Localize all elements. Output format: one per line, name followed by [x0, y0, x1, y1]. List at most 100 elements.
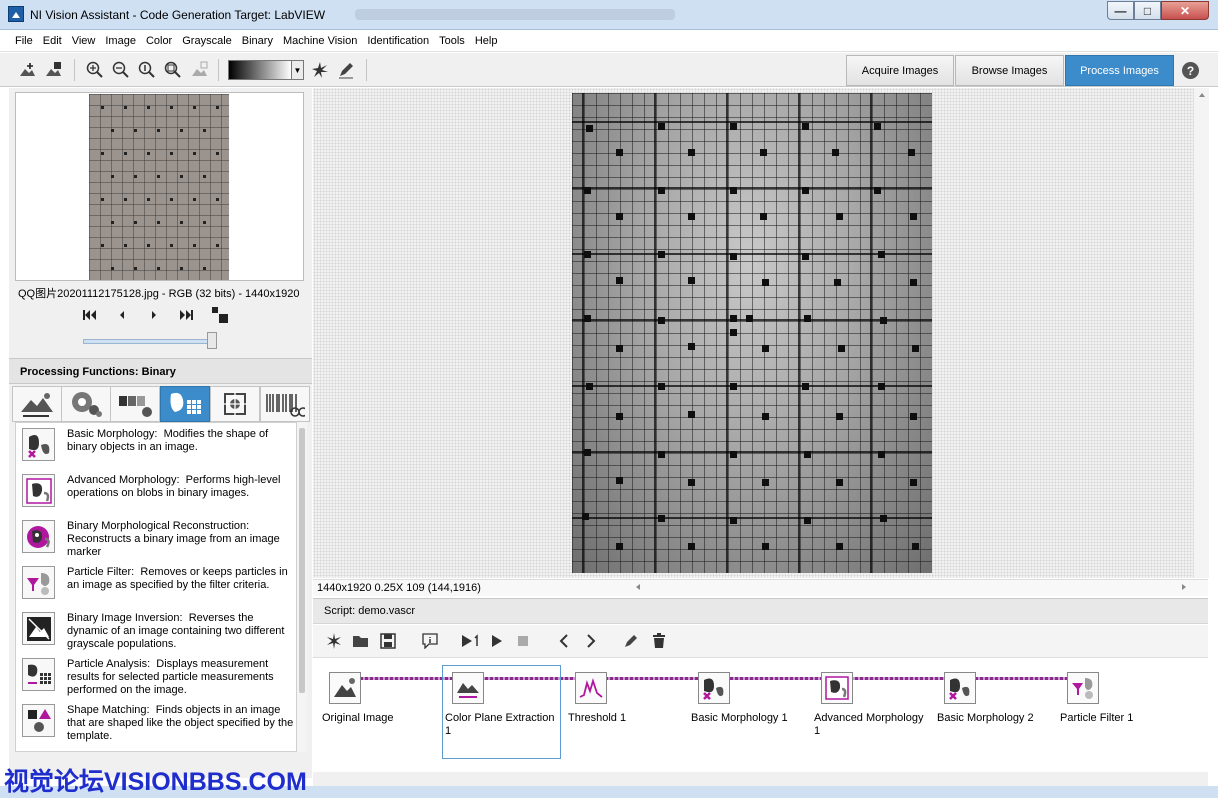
basic-morphology-icon	[944, 672, 976, 704]
last-image-icon[interactable]	[179, 309, 193, 324]
basic-morphology-icon	[22, 428, 55, 461]
tab-acquire-images[interactable]: Acquire Images	[846, 55, 954, 86]
menu-identification[interactable]: Identification	[362, 35, 434, 47]
menu-machine-vision[interactable]: Machine Vision	[278, 35, 362, 47]
palette-dropdown-chevron-icon[interactable]: ▼	[291, 60, 304, 80]
image-size-icon	[190, 61, 208, 79]
zoom-in-icon[interactable]	[86, 61, 104, 79]
tab-image-functions[interactable]	[12, 386, 62, 422]
menu-bar: File Edit View Image Color Grayscale Bin…	[0, 30, 1218, 52]
step-label: Original Image	[322, 712, 394, 724]
zoom-1to1-icon[interactable]	[138, 61, 156, 79]
function-name: Binary Morphological Reconstruction:	[67, 520, 250, 532]
tab-browse-images[interactable]: Browse Images	[955, 55, 1064, 86]
function-desc: Reconstructs a binary image from an imag…	[67, 533, 280, 558]
image-slider-handle[interactable]	[207, 332, 217, 349]
advanced-morphology-icon	[22, 474, 55, 507]
function-name: Shape Matching:	[67, 704, 150, 716]
info-icon[interactable]	[421, 632, 439, 650]
shape-matching-icon	[22, 704, 55, 737]
pen-icon[interactable]	[337, 61, 355, 79]
menu-image[interactable]: Image	[100, 35, 141, 47]
step-label: Basic Morphology 2	[937, 712, 1034, 724]
next-image-icon[interactable]	[150, 309, 158, 324]
acquire-image-icon[interactable]	[18, 61, 36, 79]
menu-color[interactable]: Color	[141, 35, 177, 47]
tab-grayscale-functions[interactable]	[110, 386, 160, 422]
function-list-scroll-thumb[interactable]	[299, 428, 305, 693]
basic-morphology-icon	[698, 672, 730, 704]
script-title: Script: demo.vascr	[324, 605, 416, 617]
new-script-icon[interactable]	[325, 632, 343, 650]
function-name: Binary Image Inversion:	[67, 612, 183, 624]
palette-gradient[interactable]	[228, 60, 292, 80]
watermark-text: 视觉论坛VISIONBBS.COM	[4, 768, 307, 796]
maximize-button[interactable]: □	[1134, 1, 1161, 20]
original-image-icon	[329, 672, 361, 704]
run-once-icon[interactable]	[459, 632, 483, 650]
save-script-icon[interactable]	[379, 632, 397, 650]
menu-binary[interactable]: Binary	[237, 35, 278, 47]
script-toolbar	[313, 625, 1208, 658]
function-name: Basic Morphology:	[67, 428, 158, 440]
minimize-icon: —	[1114, 3, 1127, 18]
run-script-icon[interactable]	[488, 632, 506, 650]
help-icon[interactable]: ?	[1182, 62, 1199, 79]
main-image[interactable]	[572, 93, 932, 573]
menu-help[interactable]: Help	[470, 35, 503, 47]
window-title: NI Vision Assistant - Code Generation Ta…	[30, 8, 326, 22]
blurred-title-region	[355, 9, 675, 20]
delete-step-icon[interactable]	[650, 632, 668, 650]
binary-reconstruction-icon	[22, 520, 55, 553]
edit-step-icon[interactable]	[622, 632, 640, 650]
burst-icon[interactable]	[311, 61, 329, 79]
particle-analysis-icon	[22, 658, 55, 691]
particle-filter-icon	[1067, 672, 1099, 704]
script-horizontal-scrollbar[interactable]	[313, 772, 1208, 786]
tab-machine-vision-functions[interactable]	[210, 386, 260, 422]
menu-edit[interactable]: Edit	[38, 35, 67, 47]
tab-color-functions[interactable]	[61, 386, 111, 422]
function-name: Particle Filter:	[67, 566, 135, 578]
image-view-toggle-icon[interactable]	[211, 306, 229, 327]
zoom-fit-icon[interactable]	[164, 61, 182, 79]
image-slider-track[interactable]	[83, 339, 213, 344]
step-label: Particle Filter 1	[1060, 712, 1134, 724]
step-label: Threshold 1	[568, 712, 627, 724]
tab-identification-functions[interactable]	[260, 386, 310, 422]
step-label: Basic Morphology 1	[691, 712, 788, 724]
particle-filter-icon	[22, 566, 55, 599]
open-script-icon[interactable]	[352, 632, 370, 650]
canvas-vertical-scrollbar[interactable]	[1193, 88, 1209, 578]
app-icon	[8, 6, 24, 22]
tab-process-images[interactable]: Process Images	[1065, 55, 1174, 86]
image-inversion-icon	[22, 612, 55, 645]
zoom-out-icon[interactable]	[112, 61, 130, 79]
threshold-icon	[575, 672, 607, 704]
tab-binary-functions[interactable]	[160, 386, 210, 422]
canvas-horizontal-scrollbar[interactable]	[632, 580, 1192, 594]
minimize-button[interactable]: —	[1107, 1, 1134, 20]
stop-script-icon	[514, 632, 532, 650]
save-image-icon[interactable]	[44, 61, 62, 79]
previous-image-icon[interactable]	[118, 309, 126, 324]
close-icon: ✕	[1179, 3, 1191, 18]
function-name: Particle Analysis:	[67, 658, 151, 670]
menu-tools[interactable]: Tools	[434, 35, 470, 47]
step-label: Color Plane Extraction 1	[445, 712, 555, 737]
status-text: 1440x1920 0.25X 109 (144,1916)	[317, 582, 481, 594]
first-image-icon[interactable]	[83, 309, 97, 324]
maximize-icon: □	[1143, 3, 1152, 18]
close-button[interactable]: ✕	[1161, 1, 1209, 20]
color-plane-extraction-icon	[452, 672, 484, 704]
advanced-morphology-icon	[821, 672, 853, 704]
menu-grayscale[interactable]: Grayscale	[177, 35, 237, 47]
image-thumbnail[interactable]	[89, 94, 229, 280]
menu-file[interactable]: File	[10, 35, 38, 47]
previous-step-icon[interactable]	[555, 632, 573, 650]
menu-view[interactable]: View	[67, 35, 101, 47]
next-step-icon[interactable]	[582, 632, 600, 650]
processing-functions-title: Processing Functions: Binary	[20, 366, 176, 378]
step-label: Advanced Morphology 1	[814, 712, 924, 737]
function-name: Advanced Morphology:	[67, 474, 180, 486]
